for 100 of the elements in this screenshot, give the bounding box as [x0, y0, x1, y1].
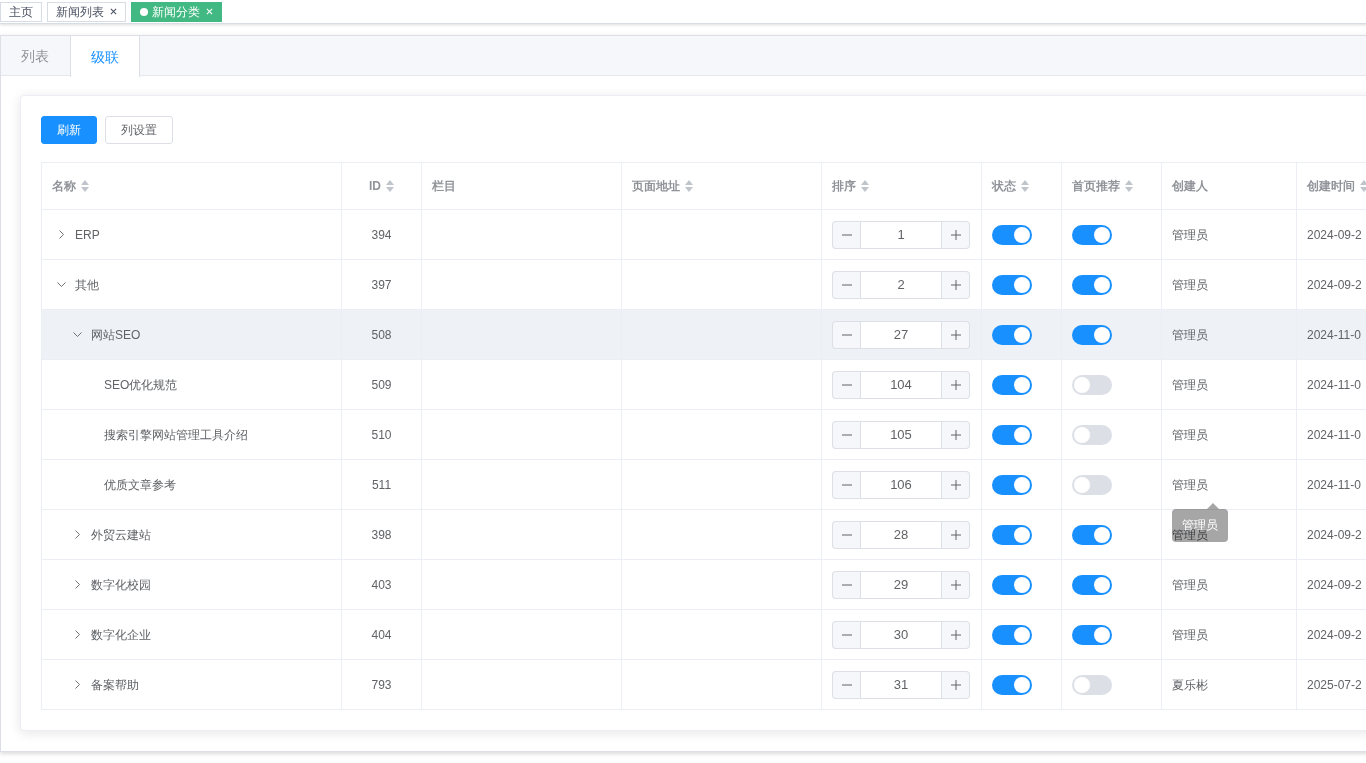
increment-button[interactable] — [942, 320, 970, 349]
id-text: 511 — [371, 477, 392, 492]
sort-icon[interactable] — [386, 180, 394, 192]
id-text: 793 — [371, 677, 392, 692]
chevron-right-icon[interactable] — [73, 630, 82, 639]
decrement-button[interactable] — [832, 520, 860, 549]
decrement-button[interactable] — [832, 670, 860, 699]
status-switch[interactable] — [992, 524, 1032, 545]
tree-node-label: 搜索引擎网站管理工具介绍 — [104, 426, 248, 444]
sort-input[interactable]: 106 — [860, 470, 942, 499]
creator-text: 管理员 — [1172, 377, 1208, 392]
increment-button[interactable] — [942, 470, 970, 499]
sort-input[interactable]: 27 — [860, 320, 942, 349]
status-switch[interactable] — [992, 324, 1032, 345]
status-switch[interactable] — [992, 424, 1032, 445]
chevron-down-icon[interactable] — [73, 330, 82, 339]
chevron-right-icon[interactable] — [73, 530, 82, 539]
creator-text: 管理员 — [1172, 427, 1208, 442]
sort-input[interactable]: 30 — [860, 620, 942, 649]
sort-input[interactable]: 104 — [860, 370, 942, 399]
decrement-button[interactable] — [832, 420, 860, 449]
increment-button[interactable] — [942, 670, 970, 699]
sort-input[interactable]: 2 — [860, 270, 942, 299]
column-settings-button[interactable]: 列设置 — [105, 116, 173, 144]
plus-icon — [950, 229, 961, 240]
recommend-switch[interactable] — [1072, 324, 1112, 345]
date-text: 2024-11-0 — [1307, 427, 1361, 442]
sort-input[interactable]: 105 — [860, 420, 942, 449]
chevron-right-icon[interactable] — [57, 230, 66, 239]
decrement-button[interactable] — [832, 270, 860, 299]
sort-icon[interactable] — [685, 180, 693, 192]
increment-button[interactable] — [942, 520, 970, 549]
id-text: 509 — [371, 377, 392, 392]
decrement-button[interactable] — [832, 220, 860, 249]
decrement-button[interactable] — [832, 620, 860, 649]
tree-node-label: 外贸云建站 — [91, 526, 151, 544]
sort-icon[interactable] — [861, 180, 869, 192]
chevron-right-icon[interactable] — [73, 680, 82, 689]
decrement-button[interactable] — [832, 570, 860, 599]
view-tab[interactable]: 级联 — [70, 36, 140, 77]
sort-icon[interactable] — [1360, 180, 1366, 192]
recommend-switch[interactable] — [1072, 374, 1112, 395]
close-icon[interactable] — [110, 8, 117, 15]
tree-node-label: SEO优化规范 — [104, 376, 178, 394]
refresh-button[interactable]: 刷新 — [41, 116, 97, 144]
status-switch[interactable] — [992, 224, 1032, 245]
status-switch[interactable] — [992, 674, 1032, 695]
decrement-button[interactable] — [832, 470, 860, 499]
tree-node-label: 其他 — [75, 276, 99, 294]
column-header: 首页推荐 — [1072, 178, 1120, 195]
date-text: 2024-09-2 — [1307, 527, 1362, 542]
decrement-button[interactable] — [832, 320, 860, 349]
sort-icon[interactable] — [81, 180, 89, 192]
recommend-switch[interactable] — [1072, 474, 1112, 495]
plus-icon — [950, 579, 961, 590]
recommend-switch[interactable] — [1072, 424, 1112, 445]
tree-node-label: 网站SEO — [91, 326, 141, 344]
increment-button[interactable] — [942, 370, 970, 399]
decrement-button[interactable] — [832, 370, 860, 399]
creator-text: 管理员 — [1172, 477, 1208, 492]
sort-input[interactable]: 28 — [860, 520, 942, 549]
tree-node-label: 数字化企业 — [91, 626, 151, 644]
creator-text: 管理员 — [1172, 627, 1208, 642]
increment-button[interactable] — [942, 570, 970, 599]
tree-node-label: 备案帮助 — [91, 676, 139, 694]
recommend-switch[interactable] — [1072, 674, 1112, 695]
sort-input[interactable]: 31 — [860, 670, 942, 699]
status-switch[interactable] — [992, 624, 1032, 645]
sort-input[interactable]: 1 — [860, 220, 942, 249]
recommend-switch[interactable] — [1072, 624, 1112, 645]
recommend-switch[interactable] — [1072, 274, 1112, 295]
id-text: 394 — [371, 227, 392, 242]
column-header: 页面地址 — [632, 178, 680, 195]
status-switch[interactable] — [992, 274, 1032, 295]
plus-icon — [950, 429, 961, 440]
chevron-down-icon[interactable] — [57, 280, 66, 289]
sort-icon[interactable] — [1125, 180, 1133, 192]
recommend-switch[interactable] — [1072, 524, 1112, 545]
recommend-switch[interactable] — [1072, 574, 1112, 595]
date-text: 2025-07-2 — [1307, 677, 1362, 692]
id-text: 404 — [371, 627, 392, 642]
status-switch[interactable] — [992, 574, 1032, 595]
increment-button[interactable] — [942, 270, 970, 299]
plus-icon — [950, 379, 961, 390]
status-switch[interactable] — [992, 474, 1032, 495]
sort-input[interactable]: 29 — [860, 570, 942, 599]
plus-icon — [950, 529, 961, 540]
chevron-right-icon[interactable] — [73, 580, 82, 589]
increment-button[interactable] — [942, 620, 970, 649]
column-header: ID — [369, 178, 381, 195]
increment-button[interactable] — [942, 420, 970, 449]
sort-icon[interactable] — [1021, 180, 1029, 192]
increment-button[interactable] — [942, 220, 970, 249]
recommend-switch[interactable] — [1072, 224, 1112, 245]
creator-text: 夏乐彬 — [1172, 677, 1208, 692]
page-tab[interactable]: 新闻列表 — [47, 1, 126, 22]
tree-node-label: 优质文章参考 — [104, 476, 176, 494]
status-switch[interactable] — [992, 374, 1032, 395]
page-tab[interactable]: 主页 — [0, 1, 42, 22]
date-text: 2024-09-2 — [1307, 277, 1362, 292]
